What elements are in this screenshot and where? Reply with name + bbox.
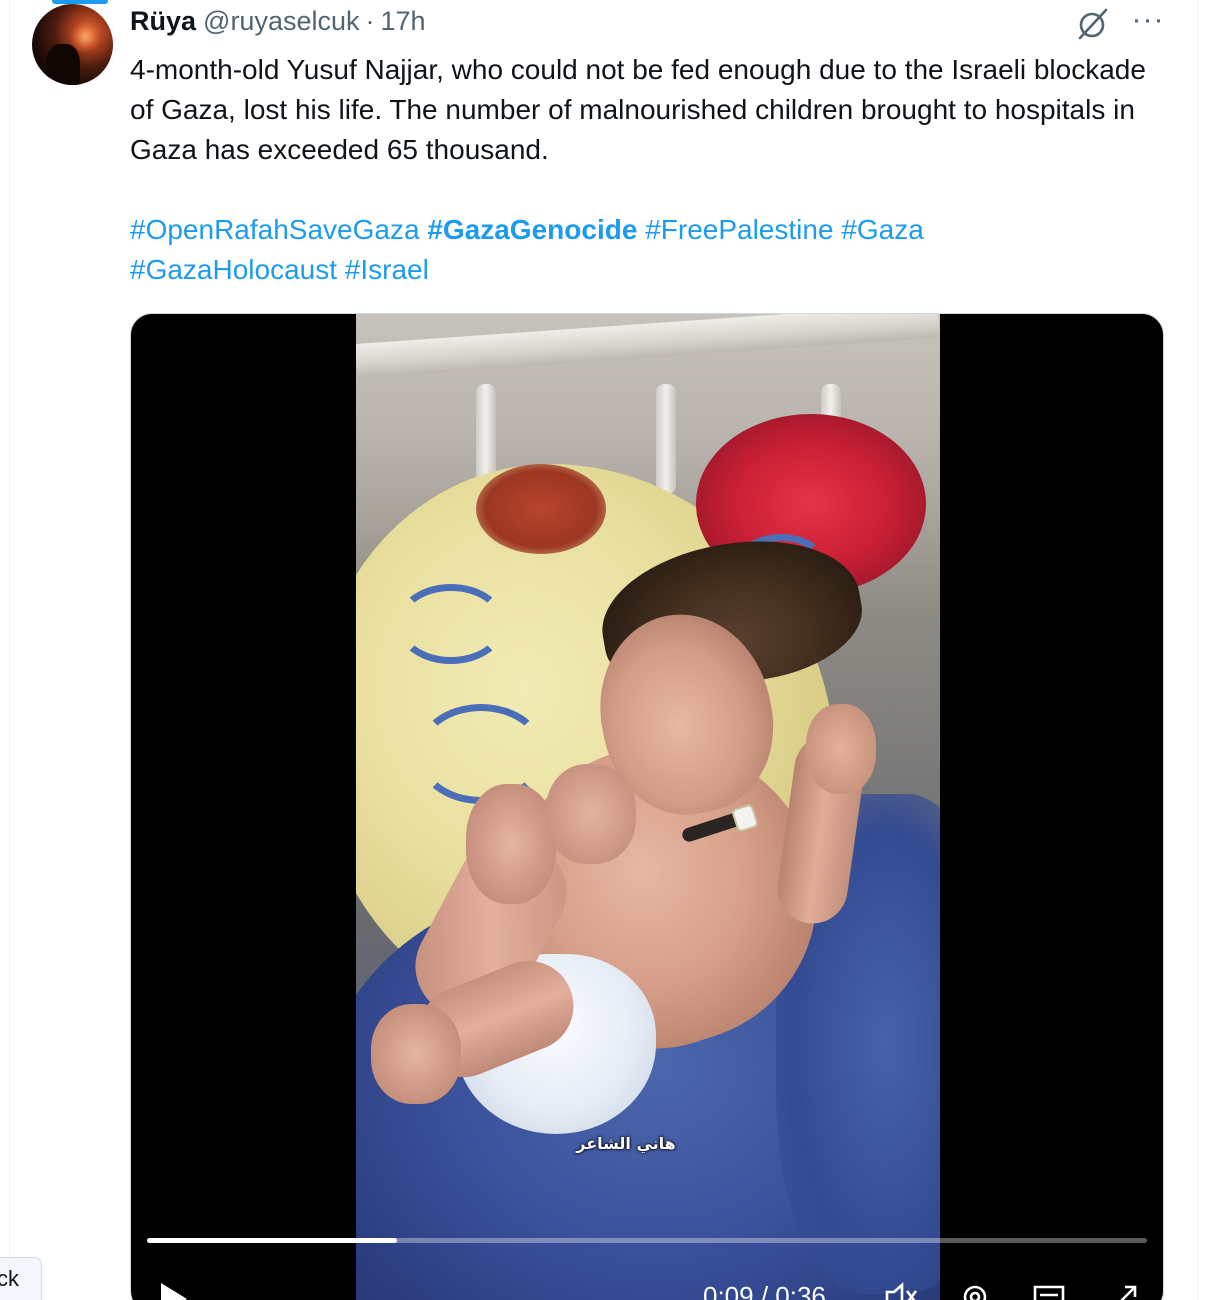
hashtag-link[interactable]: #GazaGenocide (427, 214, 637, 245)
hashtag-link[interactable]: #Israel (345, 254, 429, 285)
subtitles-icon[interactable] (1031, 1281, 1067, 1300)
feedback-tab[interactable]: ck (0, 1257, 42, 1300)
crib-bar (656, 384, 676, 494)
infant-hand (806, 704, 876, 794)
video-time: 0:09 / 0:36 (703, 1281, 826, 1300)
play-icon[interactable] (161, 1283, 187, 1300)
infant-foot (466, 784, 556, 904)
hashtag-list: #OpenRafahSaveGaza #GazaGenocide #FreePa… (130, 210, 1170, 290)
video-player[interactable]: هاني الشاعر 0:09 / 0:36 (130, 313, 1164, 1300)
hashtag-link[interactable]: #GazaHolocaust (130, 254, 337, 285)
blanket-flower (476, 464, 606, 554)
crib-rail-top (356, 314, 940, 378)
hashtag-link[interactable]: #OpenRafahSaveGaza (130, 214, 420, 245)
timeline-border (1197, 0, 1198, 1300)
infant-foot (371, 1004, 461, 1104)
active-tab-indicator (52, 0, 108, 4)
more-icon[interactable]: ··· (1128, 5, 1168, 38)
author-name[interactable]: Rüya (130, 6, 196, 37)
fullscreen-icon[interactable] (1107, 1281, 1143, 1300)
video-controls: 0:09 / 0:36 (131, 1269, 1163, 1300)
avatar-silhouette (46, 44, 80, 85)
grok-icon[interactable] (1074, 6, 1112, 42)
tweet-header: Rüya @ruyaselcuk · 17h (130, 6, 426, 42)
settings-icon[interactable] (957, 1281, 993, 1300)
video-progress-bar[interactable] (147, 1238, 1147, 1243)
blanket-pattern (396, 584, 506, 664)
video-caption: هاني الشاعر (576, 1134, 676, 1153)
author-handle[interactable]: @ruyaselcuk (203, 6, 359, 37)
tweet-text: 4-month-old Yusuf Najjar, who could not … (130, 54, 1146, 165)
volume-icon[interactable] (883, 1281, 919, 1300)
infant-fist (546, 764, 636, 864)
avatar[interactable] (32, 4, 113, 85)
left-edge (0, 0, 10, 1300)
hashtag-link[interactable]: #Gaza (841, 214, 924, 245)
hashtag-link[interactable]: #FreePalestine (645, 214, 833, 245)
timestamp[interactable]: 17h (381, 6, 426, 37)
video-progress-fill (147, 1238, 397, 1243)
header-separator: · (365, 6, 375, 36)
video-frame[interactable]: هاني الشاعر (356, 314, 940, 1300)
